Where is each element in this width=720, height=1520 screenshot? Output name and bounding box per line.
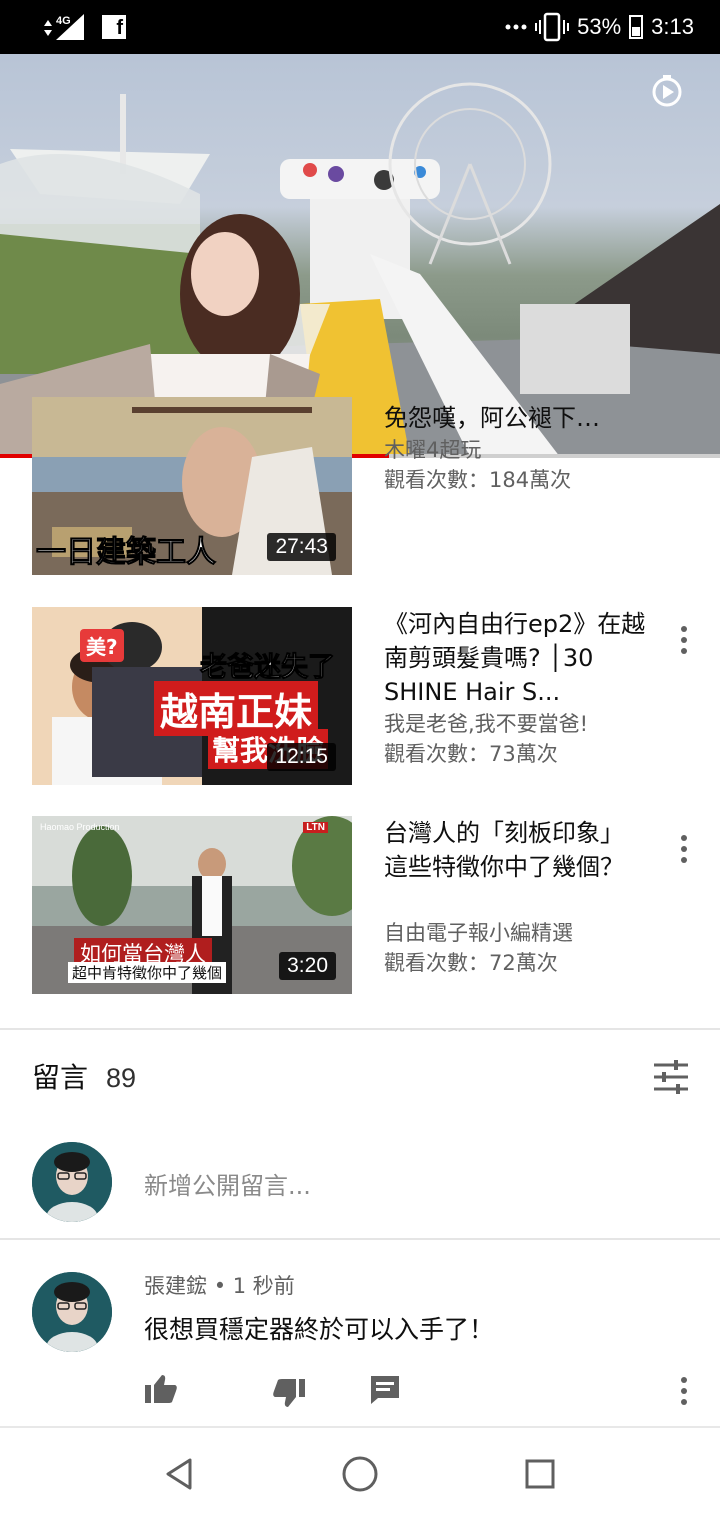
channel-name: 木曜4超玩 bbox=[384, 438, 482, 462]
related-video-item[interactable]: 美? 老爸迷失了 越南正妹 幫我洗臉 12:15 《河內自由行ep2》在越南剪頭… bbox=[0, 607, 720, 785]
more-options-icon[interactable] bbox=[672, 832, 696, 872]
sort-icon[interactable] bbox=[652, 1058, 690, 1096]
meta-separator: • bbox=[213, 1274, 233, 1298]
system-navbar bbox=[0, 1426, 720, 1520]
video-thumbnail[interactable]: 一日建築工人 27:43 bbox=[32, 397, 352, 575]
video-title[interactable]: 台灣人的「刻板印象」 這些特徵你中了幾個？ bbox=[384, 816, 654, 918]
network-label: 4G bbox=[56, 15, 71, 27]
timer-icon[interactable] bbox=[650, 74, 684, 108]
comments-count: 89 bbox=[106, 1063, 137, 1093]
comment-time: 1 秒前 bbox=[232, 1274, 295, 1298]
avatar[interactable] bbox=[32, 1272, 112, 1352]
back-icon[interactable] bbox=[160, 1454, 200, 1494]
video-title[interactable]: 免怨嘆，阿公褪下… bbox=[384, 401, 654, 435]
section-divider bbox=[0, 1028, 720, 1030]
recents-icon[interactable] bbox=[520, 1454, 560, 1494]
comments-header[interactable]: 留言 89 bbox=[32, 1056, 136, 1096]
section-divider bbox=[0, 1238, 720, 1240]
thumbnail-line-2: 越南正妹 bbox=[154, 681, 319, 736]
channel-name: 自由電子報小編精選 bbox=[384, 921, 573, 945]
video-duration: 27:43 bbox=[267, 533, 336, 561]
related-video-item[interactable]: Haomao Production LTN 如何當台灣人 超中肯特徵你中了幾個 … bbox=[0, 816, 720, 994]
avatar bbox=[32, 1142, 112, 1222]
more-options-icon[interactable] bbox=[672, 623, 696, 663]
battery-icon bbox=[629, 15, 644, 39]
home-icon[interactable] bbox=[340, 1454, 380, 1494]
vibrate-icon bbox=[535, 12, 570, 42]
comment-more-icon[interactable] bbox=[672, 1374, 696, 1414]
related-video-item[interactable]: 一日建築工人 27:43 免怨嘆，阿公褪下… 木曜4超玩 觀看次數：184萬次 bbox=[0, 397, 720, 575]
video-duration: 12:15 bbox=[267, 743, 336, 771]
signal-icon: 4G bbox=[44, 14, 84, 40]
view-count: 觀看次數：73萬次 bbox=[384, 742, 558, 766]
dislike-icon[interactable] bbox=[272, 1376, 306, 1410]
comment-actions bbox=[144, 1372, 704, 1412]
comments-title: 留言 bbox=[32, 1061, 89, 1094]
thumbnail-tag: 美? bbox=[80, 629, 124, 662]
thumbnail-line-1: 老爸迷失了 bbox=[200, 652, 336, 684]
channel-name: 我是老爸,我不要當爸! bbox=[384, 712, 589, 736]
battery-percent: 53% bbox=[577, 14, 622, 39]
thumbnail-caption: 一日建築工人 bbox=[36, 535, 217, 571]
more-icon bbox=[505, 24, 527, 30]
thumbnail-logo: LTN bbox=[303, 822, 328, 833]
view-count: 觀看次數：72萬次 bbox=[384, 951, 558, 975]
like-icon[interactable] bbox=[144, 1372, 178, 1406]
comment-text: 很想買穩定器終於可以入手了！ bbox=[144, 1315, 495, 1344]
reply-icon[interactable] bbox=[368, 1372, 402, 1406]
comment-meta: 張建鋐 • 1 秒前 bbox=[144, 1270, 295, 1300]
add-comment-input[interactable]: 新增公開留言... bbox=[144, 1166, 311, 1201]
clock: 3:13 bbox=[651, 14, 694, 39]
facebook-icon: f bbox=[102, 15, 126, 39]
video-duration: 3:20 bbox=[279, 952, 336, 980]
video-title[interactable]: 《河內自由行ep2》在越南剪頭髮貴嗎? │30 SHINE Hair S... bbox=[384, 607, 654, 709]
video-thumbnail[interactable]: Haomao Production LTN 如何當台灣人 超中肯特徵你中了幾個 … bbox=[32, 816, 352, 994]
comment-author[interactable]: 張建鋐 bbox=[144, 1274, 207, 1298]
thumbnail-subcaption: 超中肯特徵你中了幾個 bbox=[68, 962, 227, 983]
thumbnail-brand: Haomao Production bbox=[40, 822, 120, 832]
status-bar: 4G f 53% 3:13 bbox=[0, 0, 720, 54]
view-count: 觀看次數：184萬次 bbox=[384, 468, 572, 492]
video-thumbnail[interactable]: 美? 老爸迷失了 越南正妹 幫我洗臉 12:15 bbox=[32, 607, 352, 785]
